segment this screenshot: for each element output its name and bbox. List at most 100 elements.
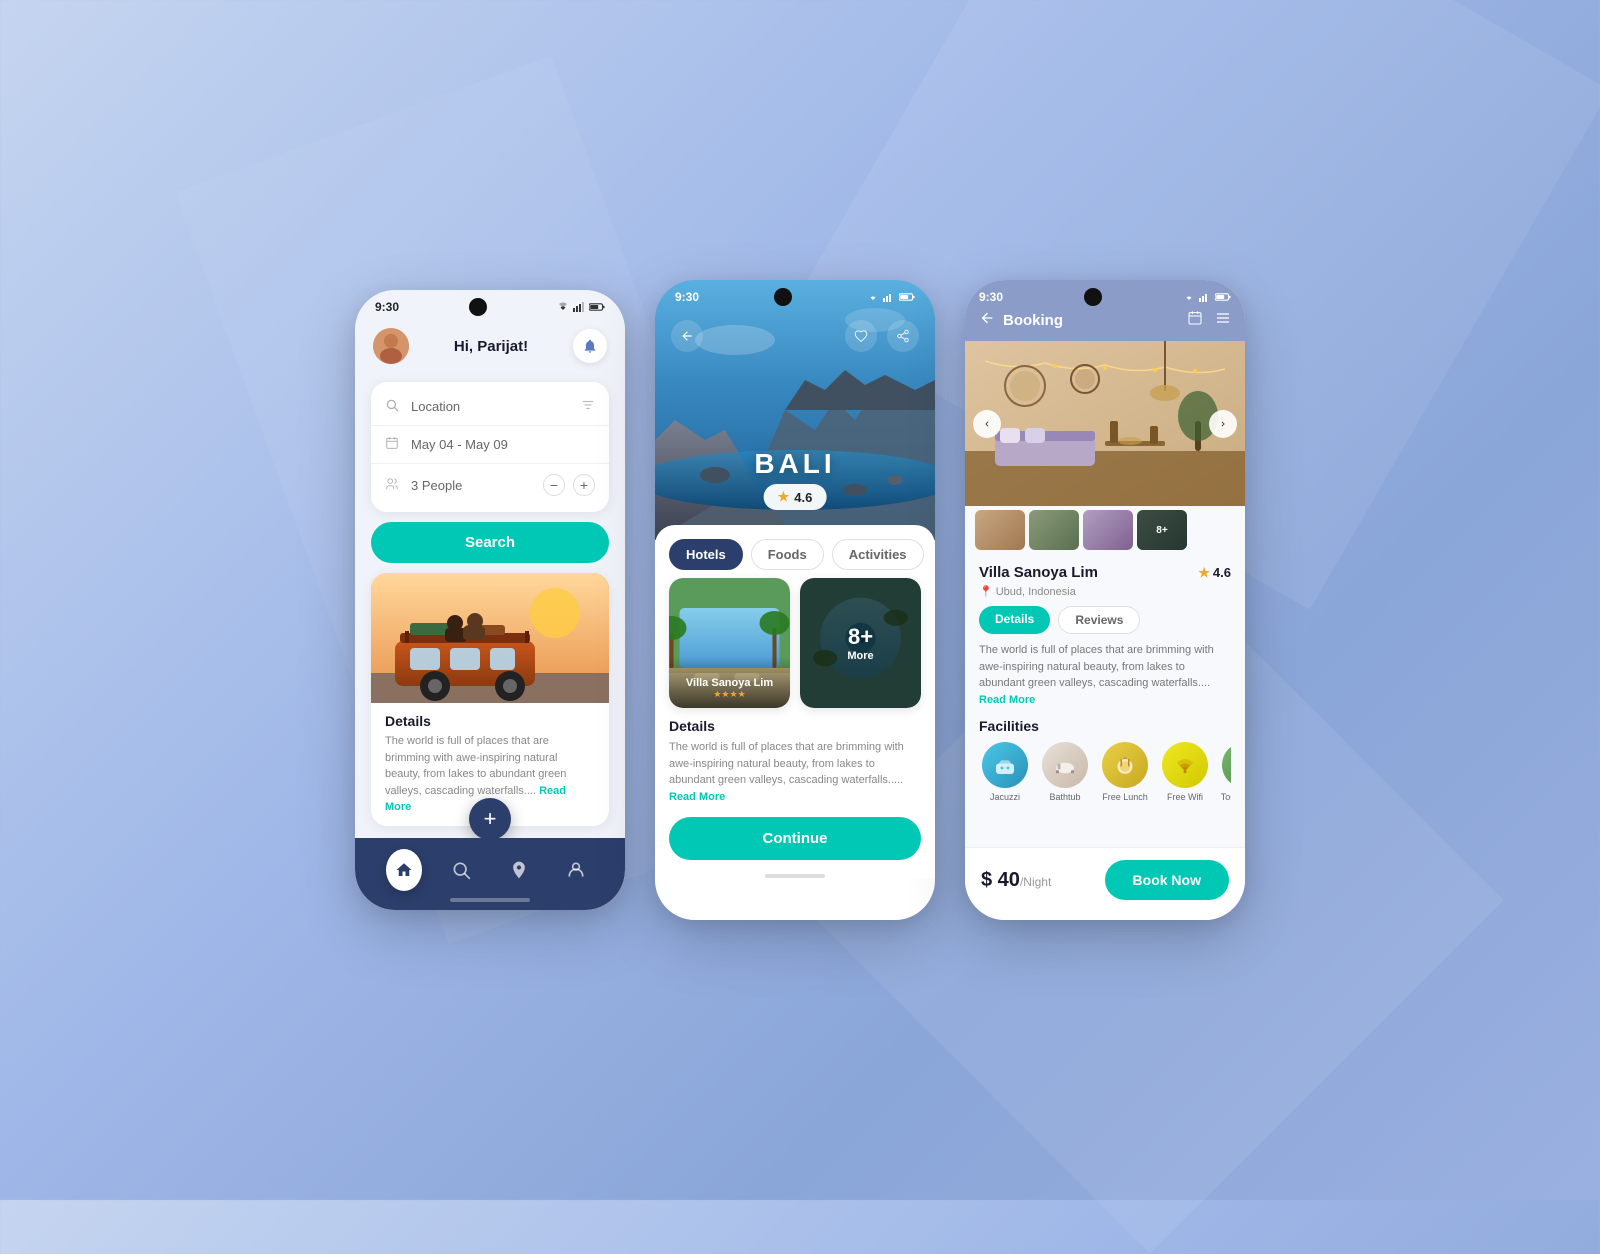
card-title: Details — [385, 713, 595, 729]
menu-header-button[interactable] — [1215, 310, 1231, 331]
free-lunch-label: Free Lunch — [1102, 792, 1148, 802]
location-pin-icon: 📍 — [979, 585, 993, 598]
thumbnail-2[interactable] — [1029, 510, 1079, 550]
continue-button[interactable]: Continue — [669, 817, 921, 860]
tab-hotels[interactable]: Hotels — [669, 539, 743, 570]
more-count: 8+ — [847, 624, 873, 650]
phone3-header: 9:30 — [965, 280, 1245, 341]
thumbnail-4[interactable]: 8+ — [1137, 510, 1187, 550]
facilities-title: Facilities — [979, 718, 1231, 734]
tab-activities[interactable]: Activities — [832, 539, 924, 570]
date-label: May 04 - May 09 — [411, 437, 595, 452]
next-arrow-icon — [1218, 419, 1228, 429]
nav-home[interactable] — [386, 852, 422, 888]
phones-container: 9:30 — [355, 280, 1245, 920]
notification-button[interactable] — [573, 329, 607, 363]
home-bar-2 — [765, 874, 825, 878]
details-description: The world is full of places that are bri… — [669, 739, 921, 805]
tour-around-label: Tour Around — [1221, 792, 1231, 802]
people-label: 3 People — [411, 478, 533, 493]
prev-photo-button[interactable] — [973, 410, 1001, 438]
villa-description: The world is full of places that are bri… — [979, 642, 1231, 708]
menu-icon — [1215, 310, 1231, 326]
search-form: Location — [371, 382, 609, 512]
thumbnail-3[interactable] — [1083, 510, 1133, 550]
back-button[interactable] — [671, 320, 703, 352]
share-button[interactable] — [887, 320, 919, 352]
signal-icon-2 — [883, 292, 895, 302]
book-now-button[interactable]: Book Now — [1105, 860, 1229, 900]
nav-profile[interactable] — [558, 852, 594, 888]
home-icon — [395, 861, 413, 879]
property-cards: Villa Sanoya Lim ★★★★ — [655, 578, 935, 708]
date-row[interactable]: May 04 - May 09 — [371, 426, 609, 464]
next-photo-button[interactable] — [1209, 410, 1237, 438]
status-icons-3 — [1183, 292, 1231, 302]
villa-rating: ★ 4.6 — [1198, 565, 1231, 581]
star-icon-3: ★ — [1198, 565, 1210, 581]
read-more-2[interactable]: Read More — [669, 791, 725, 803]
villa-name-3: Villa Sanoya Lim — [979, 564, 1098, 581]
people-row: 3 People − + — [371, 464, 609, 506]
villa-card-image-2: 8+ More — [800, 578, 921, 708]
facility-free-wifi: Free Wifi — [1159, 742, 1211, 802]
nav-location[interactable] — [501, 852, 537, 888]
battery-icon-2 — [899, 292, 915, 302]
thumbnail-1[interactable] — [975, 510, 1025, 550]
villa-stars-1: ★★★★ — [677, 689, 782, 700]
villa-card-2[interactable]: 8+ More — [800, 578, 921, 708]
signal-icon-3 — [1199, 292, 1211, 302]
location-nav-icon — [509, 860, 529, 880]
favorite-button[interactable] — [845, 320, 877, 352]
bathtub-label: Bathtub — [1049, 792, 1080, 802]
people-stepper: − + — [543, 474, 595, 496]
facility-free-lunch: Free Lunch — [1099, 742, 1151, 802]
detail-tabs: Details Reviews — [979, 606, 1231, 634]
location-row[interactable]: Location — [371, 388, 609, 426]
tab-foods[interactable]: Foods — [751, 539, 824, 570]
rating-value: 4.6 — [794, 490, 812, 505]
bell-icon — [582, 338, 598, 354]
fab-button[interactable]: + — [469, 798, 511, 840]
rating-badge: ★ 4.6 — [764, 484, 827, 510]
card-image — [371, 573, 609, 703]
phone3-nav: Booking — [979, 310, 1231, 331]
heart-icon — [854, 329, 868, 343]
reviews-tab[interactable]: Reviews — [1058, 606, 1140, 634]
increase-button[interactable]: + — [573, 474, 595, 496]
home-button[interactable] — [386, 849, 422, 891]
location-label: Location — [411, 399, 571, 414]
jacuzzi-svg — [993, 753, 1017, 777]
details-title: Details — [669, 718, 921, 734]
camera-notch-3 — [1084, 288, 1102, 306]
status-bar-3: 9:30 — [979, 280, 1231, 310]
people-icon — [385, 477, 401, 494]
decrease-button[interactable]: − — [543, 474, 565, 496]
rating-value-3: 4.6 — [1213, 565, 1231, 580]
filter-icon[interactable] — [581, 398, 595, 415]
details-tab[interactable]: Details — [979, 606, 1050, 634]
calendar-header-icon — [1187, 310, 1203, 326]
card-preview: Details The world is full of places that… — [371, 573, 609, 826]
calendar-svg — [385, 436, 399, 450]
calendar-header-button[interactable] — [1187, 310, 1203, 331]
search-icon — [385, 398, 401, 415]
avatar — [373, 328, 409, 364]
phone2-content: Hotels Foods Activities — [655, 525, 935, 878]
hero-area: 9:30 — [655, 280, 935, 540]
tour-around-icon — [1222, 742, 1231, 788]
category-tabs: Hotels Foods Activities — [655, 525, 935, 578]
read-more-3[interactable]: Read More — [979, 694, 1035, 706]
villa-location: 📍 Ubud, Indonesia — [979, 585, 1231, 598]
back-arrow-icon — [680, 329, 694, 343]
back-button-3[interactable] — [979, 310, 995, 331]
phone2-nav — [655, 320, 935, 352]
search-button[interactable]: Search — [371, 522, 609, 563]
card-overlay-1: Villa Sanoya Lim ★★★★ — [669, 657, 790, 708]
greeting-text: Hi, Parijat! — [454, 338, 528, 355]
nav-left: Booking — [979, 310, 1063, 331]
nav-search[interactable] — [443, 852, 479, 888]
price: $ 40/Night — [981, 869, 1051, 891]
phone3-content: Villa Sanoya Lim ★ 4.6 📍 Ubud, Indonesia… — [965, 554, 1245, 816]
villa-card-1[interactable]: Villa Sanoya Lim ★★★★ — [669, 578, 790, 708]
